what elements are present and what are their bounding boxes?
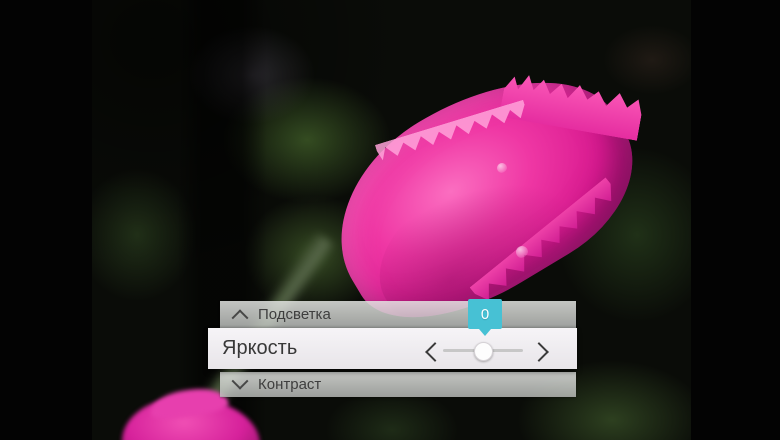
osd-row-contrast[interactable]: Контраст [220, 372, 576, 397]
chevron-down-icon [231, 372, 249, 390]
slider-decrease-arrow-icon[interactable] [425, 342, 445, 362]
contrast-label: Контраст [258, 375, 322, 393]
water-droplet [497, 163, 507, 173]
brightness-label: Яркость [222, 337, 298, 359]
chevron-up-icon [231, 308, 249, 326]
backlight-label: Подсветка [258, 306, 331, 323]
water-droplet [516, 246, 528, 258]
osd-row-backlight[interactable]: Подсветка [220, 301, 576, 329]
slider-increase-arrow-icon[interactable] [529, 342, 549, 362]
slider-value-bubble: 0 [468, 299, 502, 336]
slider-value: 0 [480, 305, 490, 323]
osd-row-brightness[interactable]: Яркость [208, 328, 577, 369]
brightness-slider-handle[interactable] [474, 342, 493, 361]
